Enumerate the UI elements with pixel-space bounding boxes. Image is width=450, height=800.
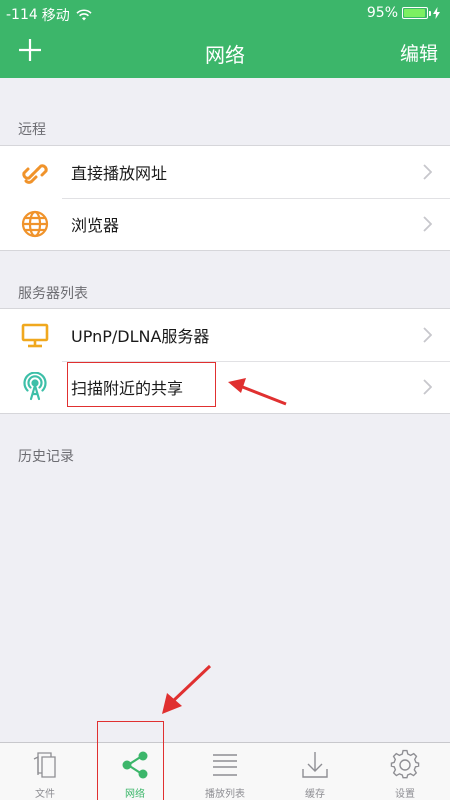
section-header-remote: 远程 — [18, 122, 46, 138]
tab-bar: 文件 网络 播放列表 缓存 设置 — [0, 721, 450, 800]
chevron-right-icon — [423, 379, 432, 395]
list-item-direct-url[interactable]: 直接播放网址 — [0, 146, 450, 198]
list-item-label: UPnP/DLNA服务器 — [71, 327, 210, 346]
battery-icon — [402, 7, 431, 19]
arrow-annotation-scan — [228, 378, 287, 406]
nav-bar: 网络 编辑 — [0, 28, 450, 78]
charging-icon — [433, 7, 440, 19]
download-icon — [302, 752, 328, 778]
monitor-icon — [17, 317, 53, 353]
battery-percent: 95% — [366, 5, 398, 21]
antenna-icon — [17, 369, 53, 405]
list-item-label: 浏览器 — [71, 216, 120, 235]
tab-cache[interactable]: 缓存 — [270, 743, 360, 800]
tab-label: 设置 — [395, 789, 415, 800]
status-bar: -114 移动 95% — [0, 0, 450, 28]
highlight-box-network-tab — [97, 721, 164, 800]
battery-cap — [429, 11, 431, 16]
page-title: 网络 — [205, 43, 245, 67]
remote-group: 直接播放网址 浏览器 — [0, 145, 450, 251]
section-header-servers: 服务器列表 — [18, 286, 88, 302]
battery-fill — [404, 9, 425, 17]
globe-icon — [17, 206, 53, 242]
tab-settings[interactable]: 设置 — [360, 743, 450, 800]
section-header-history: 历史记录 — [18, 449, 74, 465]
chevron-right-icon — [423, 164, 432, 180]
tab-label: 播放列表 — [205, 789, 245, 800]
tab-files[interactable]: 文件 — [0, 743, 90, 800]
gear-icon — [390, 749, 420, 779]
playlist-icon — [213, 754, 237, 776]
tab-network[interactable]: 网络 — [90, 721, 180, 800]
signal-strength: -114 — [6, 7, 38, 23]
files-icon — [33, 752, 56, 778]
wifi-icon — [76, 9, 92, 21]
list-item-label: 直接播放网址 — [71, 164, 168, 183]
tab-label: 文件 — [35, 789, 55, 800]
highlight-box-scan — [67, 362, 216, 407]
tab-playlist[interactable]: 播放列表 — [180, 743, 270, 800]
status-left: -114 移动 — [6, 5, 92, 25]
arrow-annotation-network-tab — [162, 664, 212, 714]
header: -114 移动 95% 网络 编辑 — [0, 0, 450, 78]
status-right: 95% — [367, 5, 440, 21]
edit-button[interactable]: 编辑 — [400, 39, 438, 66]
chevron-right-icon — [423, 327, 432, 343]
chevron-right-icon — [423, 216, 432, 232]
carrier-name: 移动 — [41, 8, 70, 24]
list-item-browser[interactable]: 浏览器 — [0, 198, 450, 250]
list-item-upnp-dlna[interactable]: UPnP/DLNA服务器 — [0, 309, 450, 361]
tab-label: 缓存 — [305, 789, 325, 800]
link-icon — [17, 154, 53, 190]
